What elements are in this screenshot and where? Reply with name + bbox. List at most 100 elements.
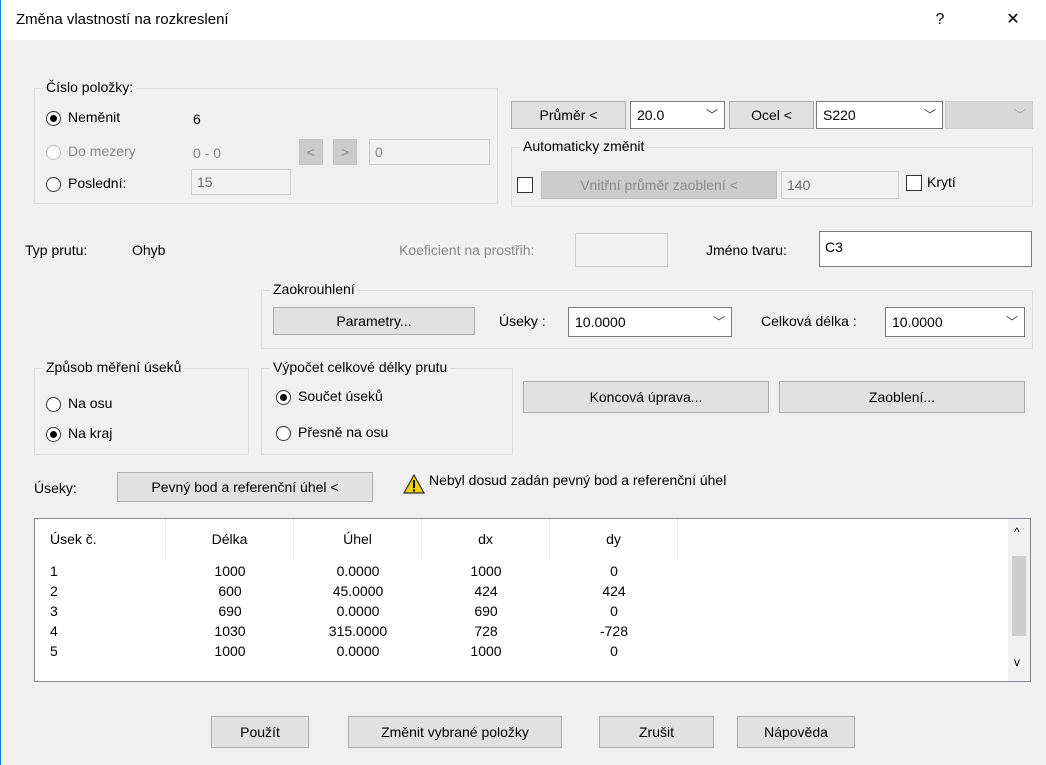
shape-name-field[interactable]: C3 — [819, 231, 1032, 267]
segments-rounding-label: Úseky : — [499, 313, 546, 329]
no-change-value: 6 — [193, 111, 201, 127]
item-number-legend: Číslo položky: — [43, 79, 137, 95]
auto-bend-checkbox[interactable] — [517, 177, 533, 193]
bend-diameter-field[interactable]: 140 — [781, 171, 899, 199]
col-header-segment[interactable]: Úsek č. — [35, 519, 166, 559]
help-icon[interactable]: ? — [925, 8, 955, 32]
end-treatment-button[interactable]: Koncová úprava... — [523, 381, 769, 413]
measure-method-group: Způsob měření úseků — [34, 359, 249, 455]
change-selected-button[interactable]: Změnit vybrané položky — [348, 716, 562, 748]
table-cell: 690 — [218, 603, 242, 619]
bar-type-label: Typ prutu: — [25, 242, 88, 258]
chevron-down-icon: ﹀ — [1013, 108, 1026, 122]
table-cell: 3 — [50, 603, 58, 619]
table-cell: 1 — [50, 563, 58, 579]
steel-grade-select[interactable]: ﹀ — [945, 101, 1033, 129]
scroll-thumb[interactable] — [1012, 556, 1026, 636]
last-label: Poslední: — [68, 175, 127, 191]
warning-icon — [403, 474, 425, 494]
radio-exact-axis[interactable] — [276, 426, 291, 441]
help-button[interactable]: Nápověda — [737, 716, 855, 748]
diameter-button[interactable]: Průměr < — [511, 101, 626, 129]
gap-field[interactable]: 0 — [369, 139, 490, 165]
parameters-button[interactable]: Parametry... — [273, 307, 475, 335]
segments-rounding-select[interactable]: 10.0000 ﹀ — [568, 307, 732, 337]
table-row[interactable]: 4 1030 315.0000 728 -728 — [35, 623, 1005, 643]
chevron-down-icon: ﹀ — [923, 108, 936, 122]
col-header-angle[interactable]: Úhel — [294, 519, 422, 559]
table-cell: 0.0000 — [336, 603, 380, 619]
table-cell: 424 — [602, 583, 626, 599]
cover-checkbox[interactable] — [906, 175, 922, 191]
table-row[interactable]: 2 600 45.0000 424 424 — [35, 583, 1005, 603]
close-icon[interactable]: ✕ — [998, 8, 1028, 32]
measure-edge-label: Na kraj — [68, 425, 113, 441]
apply-button[interactable]: Použít — [211, 716, 309, 748]
radio-sum-segments[interactable] — [276, 390, 291, 405]
measure-method-legend: Způsob měření úseků — [43, 359, 185, 375]
table-cell: 0.0000 — [336, 563, 380, 579]
table-cell: 1000 — [214, 563, 246, 579]
segments-table[interactable]: Úsek č. Délka Úhel dx dy 1 1000 0.0000 1000… — [34, 518, 1031, 682]
table-cell: 690 — [474, 603, 498, 619]
table-row[interactable]: 3 690 0.0000 690 0 — [35, 603, 1005, 623]
radio-measure-edge[interactable] — [46, 427, 61, 442]
next-button[interactable]: > — [333, 139, 357, 165]
reference-point-button[interactable]: Pevný bod a referenční úhel < — [117, 472, 373, 502]
steel-select[interactable]: S220 ﹀ — [816, 101, 943, 129]
auto-change-legend: Automaticky změnit — [520, 138, 648, 154]
table-cell: 1000 — [470, 563, 502, 579]
diameter-select[interactable]: 20.0 ﹀ — [630, 101, 725, 129]
sum-segments-label: Součet úseků — [298, 388, 383, 404]
table-cell: 315.0000 — [328, 623, 388, 639]
radio-to-gap[interactable] — [46, 145, 61, 160]
coef-label: Koeficient na prostřih: — [399, 242, 535, 258]
table-cell: 424 — [474, 583, 498, 599]
total-length-label: Celková délka : — [761, 313, 857, 329]
to-gap-label: Do mezery — [68, 143, 136, 159]
to-gap-value: 0 - 0 — [193, 145, 222, 161]
table-scrollbar[interactable]: ^ v — [1008, 519, 1030, 681]
chevron-down-icon: ﹀ — [712, 315, 725, 329]
table-cell: 0 — [610, 603, 618, 619]
segments-label: Úseky: — [34, 480, 77, 496]
scroll-down-icon[interactable]: v — [1014, 655, 1020, 669]
col-header-length[interactable]: Délka — [166, 519, 294, 559]
rounding-button[interactable]: Zaoblení... — [779, 381, 1025, 413]
radio-no-change[interactable] — [46, 111, 61, 126]
rounding-legend: Zaokrouhlení — [270, 281, 358, 297]
steel-button[interactable]: Ocel < — [729, 101, 814, 129]
col-header-dx[interactable]: dx — [422, 519, 550, 559]
table-cell: 0 — [610, 563, 618, 579]
table-row[interactable]: 1 1000 0.0000 1000 0 — [35, 563, 1005, 583]
total-length-calc-group: Výpočet celkové délky prutu — [261, 359, 513, 455]
table-cell: 5 — [50, 643, 58, 659]
table-cell: 0.0000 — [336, 643, 380, 659]
cancel-button[interactable]: Zrušit — [599, 716, 714, 748]
measure-axis-label: Na osu — [68, 395, 113, 411]
total-length-select[interactable]: 10.0000 ﹀ — [885, 307, 1025, 337]
col-header-dy[interactable]: dy — [550, 519, 678, 559]
table-cell: 1000 — [214, 643, 246, 659]
total-length-calc-legend: Výpočet celkové délky prutu — [270, 359, 451, 375]
dialog-window: Změna vlastností na rozkreslení ? ✕ Čísl… — [0, 0, 1046, 765]
scroll-up-icon[interactable]: ^ — [1014, 525, 1020, 539]
table-cell: 45.0000 — [332, 583, 384, 599]
table-cell: 1030 — [214, 623, 246, 639]
table-cell: 4 — [50, 623, 58, 639]
table-cell: 2 — [50, 583, 58, 599]
radio-measure-axis[interactable] — [46, 397, 61, 412]
table-cell: 1000 — [470, 643, 502, 659]
last-field[interactable]: 15 — [191, 169, 291, 195]
bar-type-value: Ohyb — [132, 242, 166, 258]
shape-name-label: Jméno tvaru: — [706, 242, 787, 258]
table-cell: -728 — [599, 623, 629, 639]
coef-field[interactable] — [575, 233, 668, 267]
table-cell: 728 — [474, 623, 498, 639]
table-row[interactable]: 5 1000 0.0000 1000 0 — [35, 643, 1005, 663]
radio-last[interactable] — [46, 177, 61, 192]
bend-diameter-button[interactable]: Vnitřní průměr zaoblení < — [541, 171, 777, 199]
cover-label: Krytí — [927, 174, 956, 190]
prev-button[interactable]: < — [299, 139, 323, 165]
chevron-down-icon: ﹀ — [705, 108, 718, 122]
